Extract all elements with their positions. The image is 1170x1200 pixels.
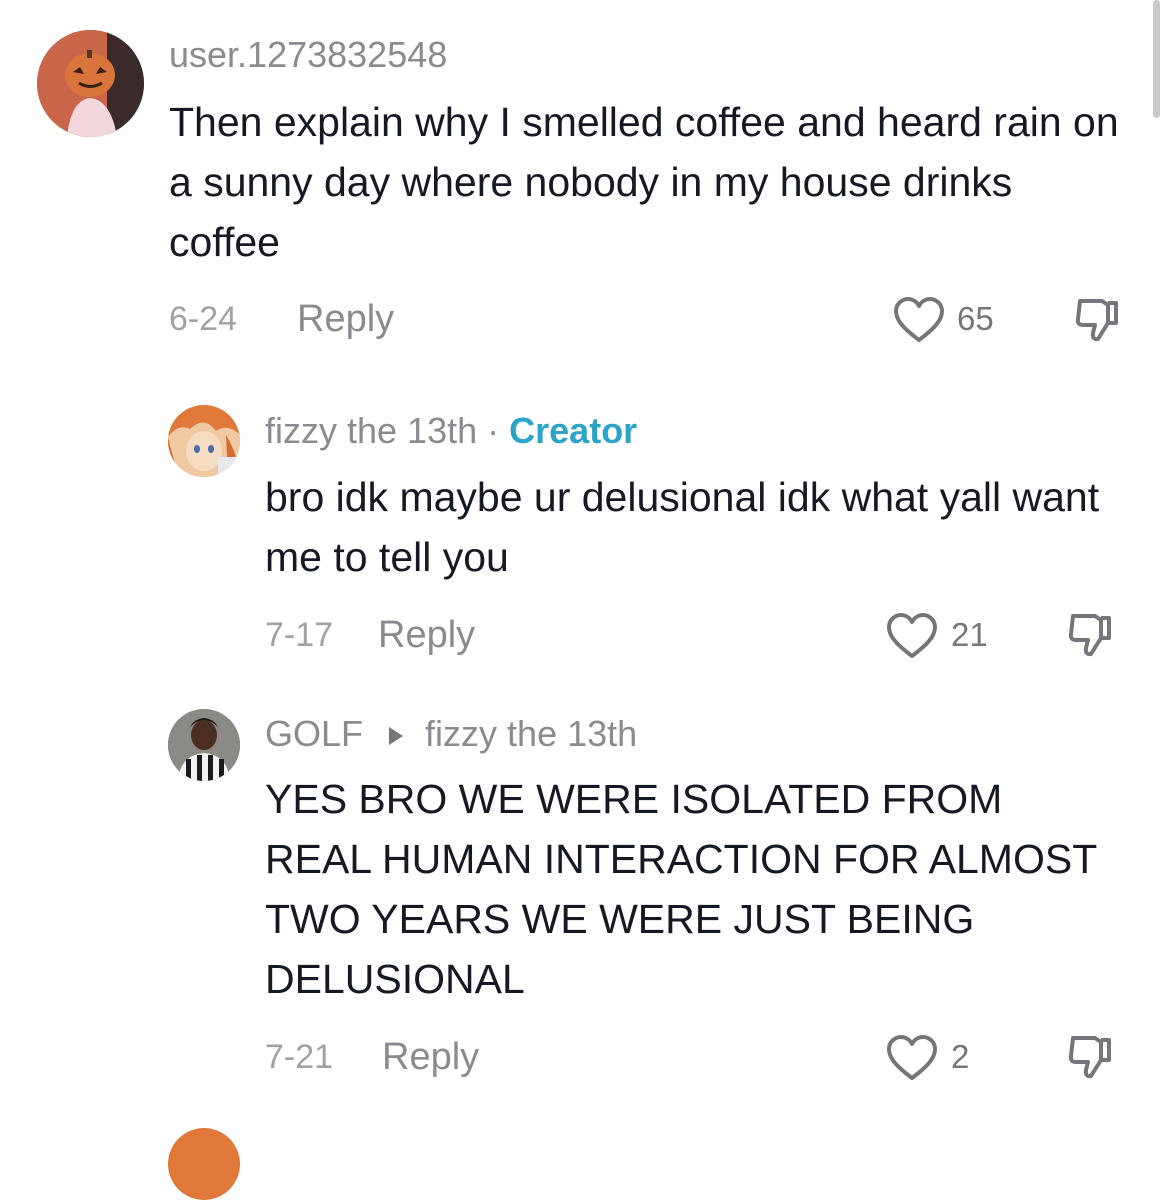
reply-button[interactable]: Reply	[378, 614, 475, 657]
heart-outline-icon[interactable]	[886, 612, 938, 660]
thumbs-down-outline-icon[interactable]	[1065, 1032, 1117, 1084]
separator: ·	[487, 410, 500, 451]
username-row: GOLF fizzy the 13th	[265, 713, 637, 755]
reply-button[interactable]: Reply	[297, 298, 394, 341]
comment-date: 7-21	[265, 1038, 334, 1076]
avatar[interactable]	[168, 709, 240, 781]
play-triangle-icon	[389, 727, 404, 746]
creator-badge: Creator	[509, 410, 638, 451]
username[interactable]: user.1273832548	[169, 34, 447, 76]
anime-avatar-icon	[168, 405, 240, 477]
heart-outline-icon[interactable]	[893, 296, 945, 344]
avatar[interactable]	[168, 405, 240, 477]
avatar[interactable]	[37, 30, 144, 137]
like-count: 21	[951, 616, 988, 653]
username-row: fizzy the 13th · Creator	[265, 410, 637, 452]
comment-date: 7-17	[265, 616, 334, 654]
football-player-avatar-icon	[168, 709, 240, 781]
like-count: 65	[957, 300, 994, 337]
thumbs-down-outline-icon[interactable]	[1072, 295, 1124, 347]
like-count: 2	[951, 1038, 970, 1075]
scrollbar[interactable]	[1153, 0, 1160, 118]
heart-outline-icon[interactable]	[886, 1034, 938, 1082]
comment-text: YES BRO WE WERE ISOLATED FROM REAL HUMAN…	[265, 776, 1097, 1002]
comment-date: 6-24	[169, 300, 238, 338]
comment-text: Then explain why I smelled coffee and he…	[169, 99, 1119, 265]
username[interactable]: fizzy the 13th	[265, 410, 477, 451]
avatar[interactable]	[168, 1128, 240, 1200]
comment-text: bro idk maybe ur delusional idk what yal…	[265, 474, 1100, 580]
username[interactable]: GOLF	[265, 713, 363, 754]
reply-to-username[interactable]: fizzy the 13th	[425, 713, 637, 754]
thumbs-down-outline-icon[interactable]	[1065, 610, 1117, 662]
pumpkin-avatar-icon	[37, 30, 144, 137]
reply-button[interactable]: Reply	[382, 1036, 479, 1079]
